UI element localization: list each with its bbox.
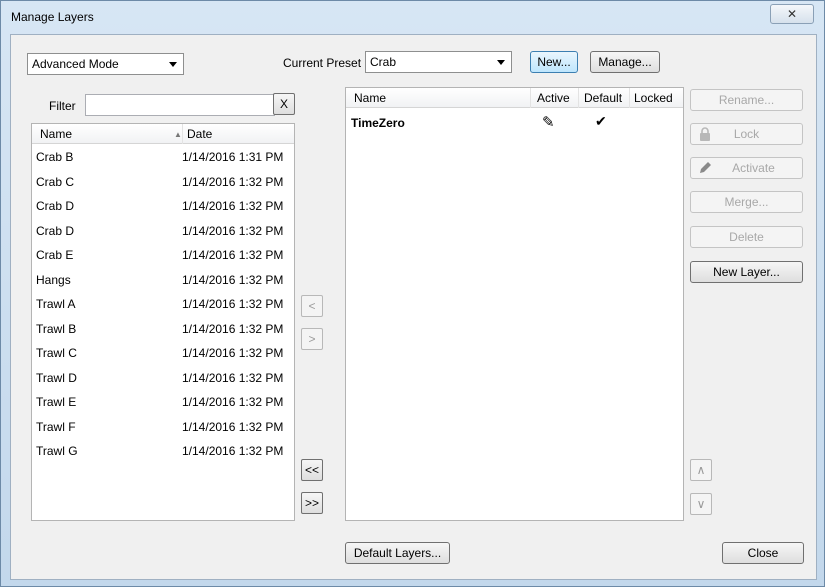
column-header-name[interactable]: Name bbox=[354, 91, 386, 105]
dialog-body: Advanced Mode Current Preset Crab New...… bbox=[10, 34, 817, 580]
lock-button[interactable]: Lock bbox=[690, 123, 803, 145]
column-header-default[interactable]: Default bbox=[584, 91, 622, 105]
manage-layers-window: Manage Layers ✕ Advanced Mode Current Pr… bbox=[0, 0, 825, 587]
layer-name: Trawl B bbox=[36, 321, 77, 336]
activate-button[interactable]: Activate bbox=[690, 157, 803, 179]
preset-select-value: Crab bbox=[370, 55, 397, 69]
list-item[interactable]: Trawl G 1/14/2016 1:32 PM bbox=[32, 440, 294, 464]
layer-date: 1/14/2016 1:32 PM bbox=[182, 297, 284, 311]
default-layers-button[interactable]: Default Layers... bbox=[345, 542, 450, 564]
available-layers-list[interactable]: Name ▲ Date Crab B 1/14/2016 1:31 PM Crab … bbox=[31, 123, 295, 521]
window-close-button[interactable]: ✕ bbox=[770, 4, 814, 24]
lock-icon bbox=[700, 127, 710, 141]
layer-date: 1/14/2016 1:32 PM bbox=[182, 248, 284, 262]
delete-button[interactable]: Delete bbox=[690, 226, 803, 248]
column-divider[interactable] bbox=[182, 124, 183, 144]
new-layer-button[interactable]: New Layer... bbox=[690, 261, 803, 283]
layer-date: 1/14/2016 1:31 PM bbox=[182, 150, 284, 164]
preset-layers-header: Name Active Default Locked bbox=[346, 88, 683, 108]
chevron-up-icon: ∧ bbox=[696, 463, 706, 477]
title-bar: Manage Layers ✕ bbox=[1, 1, 824, 33]
checkmark-icon: ✔ bbox=[595, 113, 607, 129]
layer-name: Trawl A bbox=[36, 297, 76, 311]
list-item[interactable]: Crab C 1/14/2016 1:32 PM bbox=[32, 171, 294, 195]
layer-name: Trawl G bbox=[36, 444, 78, 458]
layer-date: 1/14/2016 1:32 PM bbox=[182, 199, 284, 213]
layer-name: Crab E bbox=[36, 248, 74, 262]
manage-presets-button[interactable]: Manage... bbox=[590, 51, 660, 73]
layer-name: Hangs bbox=[36, 272, 71, 287]
move-down-button[interactable]: ∨ bbox=[690, 493, 712, 515]
column-divider[interactable] bbox=[629, 88, 630, 108]
add-layer-button[interactable]: < bbox=[301, 295, 323, 317]
layer-date: 1/14/2016 1:32 PM bbox=[182, 444, 284, 458]
layer-date: 1/14/2016 1:32 PM bbox=[182, 346, 284, 360]
column-header-date[interactable]: Date bbox=[187, 127, 212, 141]
layer-name: Crab C bbox=[36, 174, 75, 189]
layer-date: 1/14/2016 1:32 PM bbox=[182, 321, 284, 336]
layer-name: Trawl E bbox=[36, 395, 77, 409]
chevron-down-icon bbox=[169, 62, 177, 67]
list-item[interactable]: Crab D 1/14/2016 1:32 PM bbox=[32, 195, 294, 219]
column-header-locked[interactable]: Locked bbox=[634, 91, 673, 105]
pencil-icon bbox=[700, 162, 711, 173]
list-item[interactable]: Trawl F 1/14/2016 1:32 PM bbox=[32, 416, 294, 440]
layer-name: TimeZero bbox=[351, 116, 405, 130]
column-header-active[interactable]: Active bbox=[537, 91, 570, 105]
column-divider[interactable] bbox=[530, 88, 531, 108]
list-item[interactable]: Hangs 1/14/2016 1:32 PM bbox=[32, 269, 294, 293]
column-header-name[interactable]: Name bbox=[40, 127, 72, 141]
preset-select[interactable]: Crab bbox=[365, 51, 512, 73]
chevron-down-icon: ∨ bbox=[696, 497, 706, 511]
lock-button-label: Lock bbox=[733, 127, 760, 141]
move-up-button[interactable]: ∧ bbox=[690, 459, 712, 481]
activate-button-label: Activate bbox=[732, 161, 775, 175]
add-all-layers-button[interactable]: << bbox=[301, 459, 323, 481]
clear-icon: X bbox=[279, 97, 288, 111]
layer-name: Crab B bbox=[36, 150, 74, 164]
close-icon: ✕ bbox=[786, 7, 798, 21]
list-item[interactable]: Trawl E 1/14/2016 1:32 PM bbox=[32, 391, 294, 415]
list-item[interactable]: Crab E 1/14/2016 1:32 PM bbox=[32, 244, 294, 268]
layer-date: 1/14/2016 1:32 PM bbox=[182, 419, 284, 434]
filter-input[interactable] bbox=[85, 94, 275, 116]
layer-name: Crab D bbox=[36, 199, 75, 213]
list-item[interactable]: Crab B 1/14/2016 1:31 PM bbox=[32, 146, 294, 170]
list-item[interactable]: Trawl D 1/14/2016 1:32 PM bbox=[32, 367, 294, 391]
filter-label: Filter bbox=[49, 99, 76, 113]
mode-select[interactable]: Advanced Mode bbox=[27, 53, 184, 75]
merge-button[interactable]: Merge... bbox=[690, 191, 803, 213]
available-layers-header: Name ▲ Date bbox=[32, 124, 294, 144]
layer-name: Trawl D bbox=[36, 370, 77, 385]
layer-name: Crab D bbox=[36, 223, 75, 238]
mode-select-value: Advanced Mode bbox=[32, 57, 119, 71]
list-item[interactable]: Trawl A 1/14/2016 1:32 PM bbox=[32, 293, 294, 317]
layer-name: Trawl F bbox=[36, 419, 76, 434]
clear-filter-button[interactable]: X bbox=[273, 93, 295, 115]
chevron-down-icon bbox=[497, 60, 505, 65]
list-item[interactable]: Trawl C 1/14/2016 1:32 PM bbox=[32, 342, 294, 366]
remove-all-layers-button[interactable]: >> bbox=[301, 492, 323, 514]
sort-ascending-icon: ▲ bbox=[174, 130, 182, 139]
close-button[interactable]: Close bbox=[722, 542, 804, 564]
remove-layer-button[interactable]: > bbox=[301, 328, 323, 350]
layer-date: 1/14/2016 1:32 PM bbox=[182, 395, 284, 409]
pencil-icon: ✎ bbox=[542, 114, 555, 131]
layer-date: 1/14/2016 1:32 PM bbox=[182, 272, 284, 287]
current-preset-label: Current Preset bbox=[283, 56, 362, 70]
layer-name: Trawl C bbox=[36, 346, 77, 360]
layer-date: 1/14/2016 1:32 PM bbox=[182, 370, 284, 385]
rename-button[interactable]: Rename... bbox=[690, 89, 803, 111]
list-item[interactable]: Crab D 1/14/2016 1:32 PM bbox=[32, 220, 294, 244]
list-item[interactable]: Trawl B 1/14/2016 1:32 PM bbox=[32, 318, 294, 342]
new-preset-button[interactable]: New... bbox=[530, 51, 578, 73]
layer-date: 1/14/2016 1:32 PM bbox=[182, 174, 284, 189]
table-row[interactable]: TimeZero ✎ ✔ bbox=[346, 112, 683, 136]
preset-layers-list[interactable]: Name Active Default Locked TimeZero ✎ ✔ bbox=[345, 87, 684, 521]
window-title: Manage Layers bbox=[11, 10, 94, 24]
layer-date: 1/14/2016 1:32 PM bbox=[182, 223, 284, 238]
column-divider[interactable] bbox=[578, 88, 579, 108]
